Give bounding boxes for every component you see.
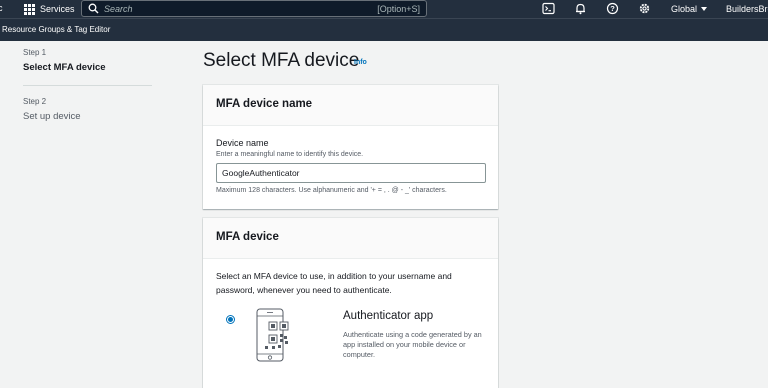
step-title-current: Select MFA device bbox=[23, 62, 106, 73]
authenticator-app-title: Authenticator app bbox=[343, 310, 434, 322]
account-menu[interactable]: BuildersBrew bbox=[726, 4, 768, 14]
top-navigation: c Services Search [Option+S] ? Global Bu… bbox=[0, 0, 768, 18]
notifications-bell-icon[interactable] bbox=[574, 2, 587, 15]
cloudshell-icon[interactable] bbox=[542, 2, 555, 15]
secondary-navigation: Resource Groups & Tag Editor bbox=[0, 18, 768, 41]
aws-logo-icon[interactable]: c bbox=[0, 3, 3, 14]
search-shortcut: [Option+S] bbox=[377, 4, 420, 14]
device-name-input[interactable] bbox=[216, 163, 486, 183]
step-title: Set up device bbox=[23, 111, 81, 122]
region-label: Global bbox=[671, 4, 698, 14]
settings-gear-icon[interactable] bbox=[638, 2, 651, 15]
info-link[interactable]: Info bbox=[354, 59, 367, 66]
wizard-step-1: Step 1 Select MFA device bbox=[23, 48, 106, 73]
services-grid-icon bbox=[24, 3, 35, 15]
page-title: Select MFA device bbox=[203, 50, 360, 71]
search-icon bbox=[88, 3, 99, 14]
region-selector[interactable]: Global bbox=[671, 4, 708, 14]
mfa-device-name-panel: MFA device name Device name Enter a mean… bbox=[203, 85, 498, 209]
panel-heading: MFA device name bbox=[216, 98, 313, 110]
caret-down-icon bbox=[701, 7, 708, 11]
device-name-label: Device name bbox=[216, 138, 269, 148]
panel-header: MFA device bbox=[203, 218, 498, 259]
svg-text:?: ? bbox=[610, 4, 615, 13]
radio-selected-dot bbox=[228, 317, 233, 322]
services-label: Services bbox=[40, 4, 75, 14]
step-number: Step 2 bbox=[23, 97, 47, 106]
services-menu-button[interactable]: Services bbox=[24, 1, 75, 17]
authenticator-app-radio[interactable] bbox=[226, 315, 235, 324]
mfa-device-panel: MFA device Select an MFA device to use, … bbox=[203, 218, 498, 388]
help-icon[interactable]: ? bbox=[606, 2, 619, 15]
search-placeholder: Search bbox=[104, 4, 133, 14]
wizard-step-2: Step 2 Set up device bbox=[23, 97, 81, 122]
step-divider bbox=[23, 85, 152, 86]
device-name-constraint: Maximum 128 characters. Use alphanumeric… bbox=[216, 187, 447, 194]
mfa-device-description: Select an MFA device to use, in addition… bbox=[216, 271, 452, 295]
panel-heading: MFA device bbox=[216, 231, 279, 243]
search-input[interactable]: Search [Option+S] bbox=[81, 0, 427, 17]
panel-header: MFA device name bbox=[203, 85, 498, 126]
authenticator-phone-icon bbox=[256, 308, 289, 362]
step-number: Step 1 bbox=[23, 48, 47, 57]
authenticator-app-description: Authenticate using a code generated by a… bbox=[343, 330, 482, 359]
device-name-description: Enter a meaningful name to identify this… bbox=[216, 151, 364, 158]
resource-groups-link[interactable]: Resource Groups & Tag Editor bbox=[2, 25, 110, 34]
